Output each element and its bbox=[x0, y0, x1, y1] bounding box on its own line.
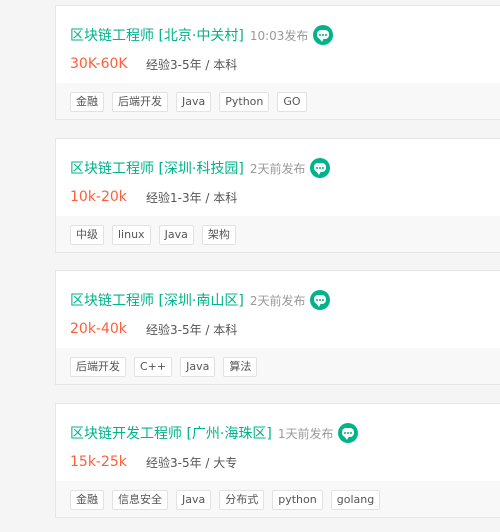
job-tag[interactable]: golang bbox=[330, 490, 381, 510]
job-tags: 后端开发 C++ Java 算法 bbox=[70, 357, 265, 377]
salary: 30K-60K bbox=[70, 56, 128, 72]
job-card[interactable]: 区块链工程师 [北京·中关村] 10:03发布 30K-60K 经验3-5年 /… bbox=[55, 5, 500, 120]
job-card-footer: 金融 后端开发 Java Python GO bbox=[56, 83, 500, 119]
job-tag[interactable]: 金融 bbox=[70, 92, 104, 112]
job-tag[interactable]: 后端开发 bbox=[70, 357, 126, 377]
salary: 20k-40k bbox=[70, 321, 127, 337]
job-tag[interactable]: Java bbox=[176, 490, 212, 510]
publish-time: 10:03发布 bbox=[249, 28, 309, 43]
salary: 10k-20k bbox=[70, 189, 127, 205]
job-tag[interactable]: 后端开发 bbox=[112, 92, 168, 112]
job-title-row: 区块链开发工程师 [广州·海珠区] 1天前发布 bbox=[70, 422, 359, 444]
job-list: 区块链工程师 [北京·中关村] 10:03发布 30K-60K 经验3-5年 /… bbox=[0, 0, 500, 532]
job-card-footer: 金融 信息安全 Java 分布式 python golang bbox=[56, 481, 500, 517]
publish-time: 2天前发布 bbox=[249, 293, 306, 308]
job-card[interactable]: 区块链工程师 [深圳·科技园] 2天前发布 10k-20k 经验1-3年 / 本… bbox=[55, 138, 500, 253]
job-card-footer: 后端开发 C++ Java 算法 bbox=[56, 348, 500, 384]
salary: 15k-25k bbox=[70, 454, 127, 470]
job-info-row: 15k-25k 经验3-5年 / 大专 bbox=[70, 452, 237, 472]
chat-bubble-icon[interactable] bbox=[313, 25, 334, 45]
publish-time: 2天前发布 bbox=[249, 161, 306, 176]
job-info-row: 10k-20k 经验1-3年 / 本科 bbox=[70, 187, 237, 207]
job-title-link[interactable]: 区块链工程师 [深圳·科技园] bbox=[70, 158, 244, 178]
chat-bubble-icon[interactable] bbox=[310, 290, 331, 310]
publish-time: 1天前发布 bbox=[277, 426, 334, 441]
job-card-header: 区块链工程师 [深圳·南山区] 2天前发布 20k-40k 经验3-5年 / 本… bbox=[56, 271, 500, 348]
job-tag[interactable]: Java bbox=[158, 225, 194, 245]
job-info-row: 20k-40k 经验3-5年 / 本科 bbox=[70, 319, 237, 339]
job-card-footer: 中级 linux Java 架构 bbox=[56, 216, 500, 252]
job-card-header: 区块链开发工程师 [广州·海珠区] 1天前发布 15k-25k 经验3-5年 /… bbox=[56, 404, 500, 481]
job-requirement: 经验3-5年 / 本科 bbox=[146, 322, 238, 337]
job-info-row: 30K-60K 经验3-5年 / 本科 bbox=[70, 54, 237, 74]
job-card[interactable]: 区块链工程师 [深圳·南山区] 2天前发布 20k-40k 经验3-5年 / 本… bbox=[55, 270, 500, 385]
job-tag[interactable]: 金融 bbox=[70, 490, 104, 510]
chat-bubble-icon[interactable] bbox=[310, 158, 331, 178]
job-tag[interactable]: 分布式 bbox=[219, 490, 265, 510]
job-title-link[interactable]: 区块链工程师 [深圳·南山区] bbox=[70, 290, 244, 310]
job-tags: 金融 信息安全 Java 分布式 python golang bbox=[70, 490, 388, 510]
job-title-row: 区块链工程师 [深圳·科技园] 2天前发布 bbox=[70, 157, 331, 179]
job-requirement: 经验3-5年 / 本科 bbox=[146, 57, 238, 72]
job-requirement: 经验1-3年 / 本科 bbox=[146, 190, 238, 205]
job-tags: 中级 linux Java 架构 bbox=[70, 225, 244, 245]
job-tags: 金融 后端开发 Java Python GO bbox=[70, 92, 315, 112]
job-tag[interactable]: 架构 bbox=[201, 225, 236, 245]
job-title-link[interactable]: 区块链开发工程师 [广州·海珠区] bbox=[70, 423, 272, 443]
job-title-row: 区块链工程师 [北京·中关村] 10:03发布 bbox=[70, 24, 334, 46]
job-title-row: 区块链工程师 [深圳·南山区] 2天前发布 bbox=[70, 289, 331, 311]
job-tag[interactable]: 算法 bbox=[223, 357, 258, 377]
job-tag[interactable]: Java bbox=[176, 92, 212, 112]
job-tag[interactable]: 中级 bbox=[70, 225, 104, 245]
job-tag[interactable]: C++ bbox=[134, 357, 173, 377]
job-tag[interactable]: python bbox=[272, 490, 323, 510]
job-tag[interactable]: Java bbox=[180, 357, 216, 377]
job-tag[interactable]: 信息安全 bbox=[112, 490, 168, 510]
job-tag[interactable]: Python bbox=[219, 92, 270, 112]
job-card-header: 区块链工程师 [北京·中关村] 10:03发布 30K-60K 经验3-5年 /… bbox=[56, 6, 500, 83]
job-tag[interactable]: linux bbox=[112, 225, 151, 245]
job-title-link[interactable]: 区块链工程师 [北京·中关村] bbox=[70, 25, 244, 45]
job-card[interactable]: 区块链开发工程师 [广州·海珠区] 1天前发布 15k-25k 经验3-5年 /… bbox=[55, 403, 500, 518]
job-requirement: 经验3-5年 / 大专 bbox=[146, 455, 238, 470]
job-tag[interactable]: GO bbox=[277, 92, 307, 112]
job-card-header: 区块链工程师 [深圳·科技园] 2天前发布 10k-20k 经验1-3年 / 本… bbox=[56, 139, 500, 216]
chat-bubble-icon[interactable] bbox=[338, 423, 359, 443]
